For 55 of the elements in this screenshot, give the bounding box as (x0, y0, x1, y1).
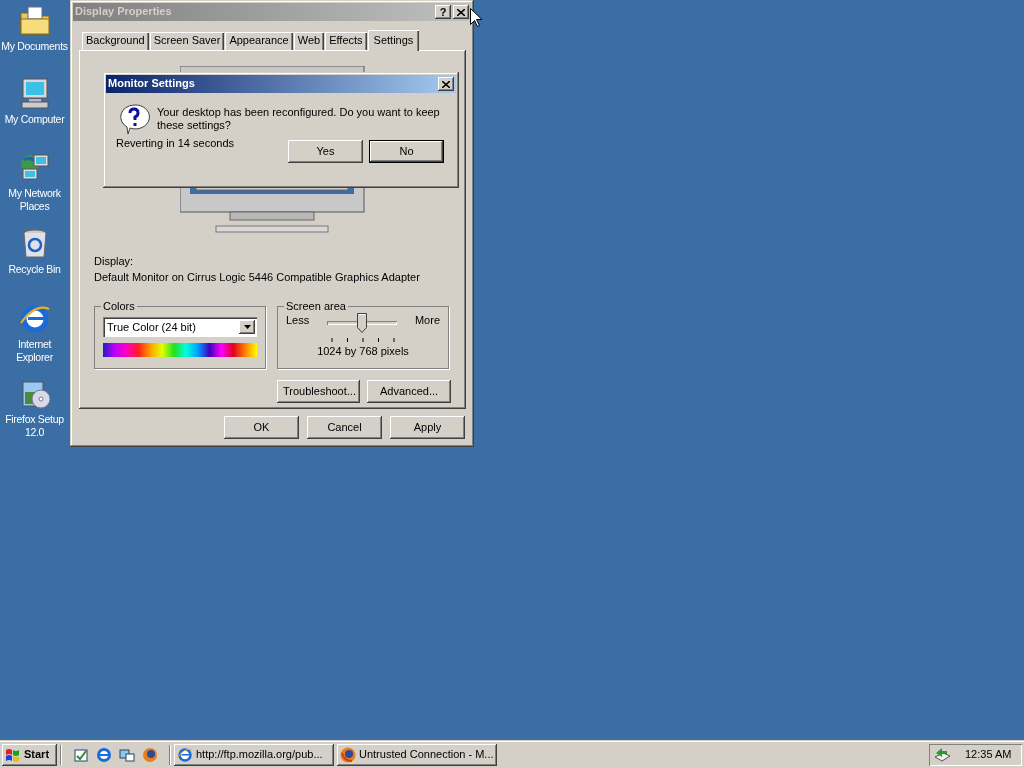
mouse-pointer-icon (470, 8, 482, 27)
tab[interactable]: Settings (367, 30, 420, 51)
folder-icon[interactable] (18, 5, 51, 37)
slider-ticks (331, 337, 395, 342)
advanced-button[interactable]: Advanced... (367, 380, 451, 404)
desktop-icon-label[interactable]: My Documents (1, 40, 68, 53)
clock-text: 12:35 AM (965, 748, 1012, 762)
network-connection-icon[interactable] (933, 747, 951, 763)
window-title: Display Properties (75, 5, 172, 19)
browser-e-icon[interactable] (96, 747, 112, 763)
dialog-button[interactable]: Yes (288, 140, 363, 163)
colors-dropdown[interactable]: True Color (24 bit) (103, 317, 257, 338)
firefox-icon (340, 747, 356, 763)
desktop-icon-label[interactable]: Recycle Bin (8, 263, 61, 276)
computer-icon[interactable] (18, 78, 51, 110)
dropdown-value: True Color (24 bit) (107, 320, 196, 334)
dialog-button[interactable]: Cancel (307, 416, 382, 439)
resolution-reading: 1024 by 768 pixels (316, 344, 410, 358)
start-button[interactable]: Start (2, 744, 57, 766)
close-icon (442, 80, 450, 88)
browser-e-icon[interactable] (18, 303, 51, 335)
channels-icon[interactable] (119, 747, 135, 763)
display-value: Default Monitor on Cirrus Logic 5446 Compatible Graphics Adapter (94, 271, 421, 285)
troubleshoot-button[interactable]: Troubleshoot... (277, 380, 360, 404)
windows-logo-icon (5, 748, 21, 762)
desktop-icon-label[interactable]: Internet Explorer (0, 338, 69, 364)
tab[interactable]: Appearance (225, 32, 293, 50)
tab[interactable]: Effects (325, 32, 367, 50)
taskbar-button[interactable]: http://ftp.mozilla.org/pub... (174, 744, 334, 766)
help-button[interactable]: ? (435, 5, 451, 19)
tab[interactable]: Screen Saver (149, 32, 225, 50)
desktop-icon-label[interactable]: My Computer (4, 113, 65, 126)
tab[interactable]: Background (82, 32, 149, 50)
desktop-icon-label[interactable]: Firefox Setup 12.0 (0, 413, 69, 439)
display-label: Display: (94, 255, 135, 269)
close-button[interactable] (453, 5, 469, 19)
close-icon (457, 8, 465, 16)
browser-e-icon (177, 747, 193, 763)
desktop-icon-label[interactable]: My Network Places (0, 187, 69, 213)
question-icon (118, 103, 150, 135)
firefox-icon[interactable] (142, 747, 158, 763)
dropdown-arrow-button[interactable] (239, 320, 255, 335)
countdown-text: Reverting in 14 seconds (116, 137, 234, 151)
slider-thumb[interactable] (357, 312, 368, 333)
close-button[interactable] (438, 77, 454, 91)
window-title: Monitor Settings (108, 77, 195, 91)
dialog-button[interactable]: Apply (390, 416, 465, 439)
dialog-button[interactable]: No (369, 140, 444, 163)
message-text: Your desktop has been reconfigured. Do you want to keep these settings? (157, 106, 441, 134)
taskbar-button[interactable]: Untrusted Connection - M... (337, 744, 497, 766)
slider-min-label: Less (286, 314, 310, 328)
dialog-button[interactable]: OK (224, 416, 299, 439)
slider-max-label: More (414, 314, 440, 328)
tab[interactable]: Web (293, 32, 325, 50)
caret-icon (243, 325, 251, 330)
